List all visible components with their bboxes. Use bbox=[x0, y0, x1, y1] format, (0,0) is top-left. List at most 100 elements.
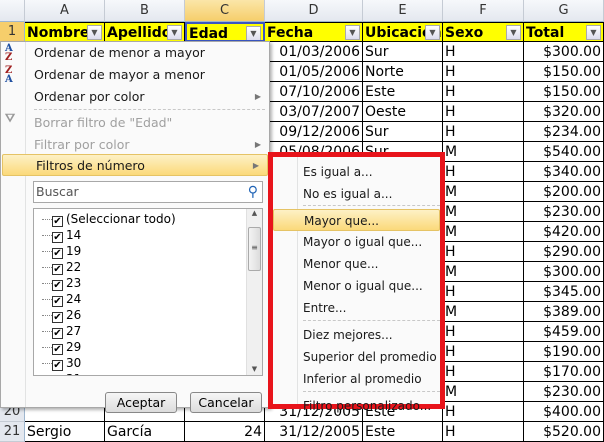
cell-g[interactable]: $170.00 bbox=[524, 362, 604, 382]
checklist-item[interactable]: ✔ 24 bbox=[41, 291, 81, 307]
cell-g[interactable]: $300.00 bbox=[524, 262, 604, 282]
cell-g[interactable]: $150.00 bbox=[524, 82, 604, 102]
cell-f[interactable]: H bbox=[443, 162, 524, 182]
cell-f[interactable]: M bbox=[443, 302, 524, 322]
cell-f[interactable]: M bbox=[443, 382, 524, 402]
cell-f[interactable]: M bbox=[443, 142, 524, 162]
cell-e[interactable]: Norte bbox=[363, 62, 443, 82]
number-filter-item[interactable]: Superior del promedio bbox=[273, 346, 440, 368]
number-filter-item[interactable]: Entre... bbox=[273, 297, 440, 319]
checkbox-checked-icon[interactable]: ✔ bbox=[52, 216, 63, 227]
cell-f[interactable]: M bbox=[443, 182, 524, 202]
cell-g[interactable]: $300.00 bbox=[524, 42, 604, 62]
cell-f[interactable]: H bbox=[443, 122, 524, 142]
column-header-e[interactable]: E bbox=[363, 0, 443, 22]
cell-d[interactable]: 03/07/2007 bbox=[265, 102, 363, 122]
cell-d[interactable]: 31/12/2005 bbox=[265, 422, 363, 442]
checkbox-checked-icon[interactable]: ✔ bbox=[52, 360, 63, 371]
accept-button[interactable]: Aceptar bbox=[105, 392, 177, 413]
header-cell[interactable]: Fecha ▼ bbox=[265, 22, 363, 42]
filter-dropdown-button[interactable]: ▼ bbox=[425, 25, 440, 40]
cell-a[interactable]: Sergio bbox=[25, 422, 105, 442]
cell-b[interactable]: García bbox=[105, 422, 185, 442]
sort-by-color-item[interactable]: Ordenar por color ▶ bbox=[1, 86, 269, 108]
cell-f[interactable]: H bbox=[443, 282, 524, 302]
cell-f[interactable]: M bbox=[443, 262, 524, 282]
checklist-item[interactable]: ✔ 26 bbox=[41, 307, 81, 323]
filter-dropdown-button[interactable]: ▼ bbox=[87, 25, 102, 40]
header-cell[interactable]: Apellido ▼ bbox=[105, 22, 185, 42]
cell-e[interactable]: Sur bbox=[363, 42, 443, 62]
cancel-button[interactable]: Cancelar bbox=[190, 392, 262, 413]
number-filters-item[interactable]: Filtros de número ▶ bbox=[2, 154, 268, 176]
checklist-item[interactable]: ✔31 bbox=[52, 371, 81, 375]
cell-e[interactable]: Este bbox=[363, 82, 443, 102]
number-filter-item[interactable]: Menor que... bbox=[273, 253, 440, 275]
checklist-item[interactable]: ✔ 14 bbox=[41, 227, 81, 243]
sort-descending-item[interactable]: ZA Ordenar de mayor a menor bbox=[1, 64, 269, 86]
cell-d[interactable]: 01/05/2006 bbox=[265, 62, 363, 82]
column-header-g[interactable]: G bbox=[524, 0, 604, 22]
cell-e[interactable]: Oeste bbox=[363, 102, 443, 122]
number-filter-item[interactable]: Menor o igual que... bbox=[273, 275, 440, 297]
checklist-item[interactable]: ✔ 22 bbox=[41, 259, 81, 275]
row-header-1[interactable]: 1 bbox=[0, 22, 25, 42]
checkbox-checked-icon[interactable]: ✔ bbox=[52, 328, 63, 339]
cell-g[interactable]: $234.00 bbox=[524, 122, 604, 142]
cell-g[interactable]: $340.00 bbox=[524, 162, 604, 182]
cell-g[interactable]: $290.00 bbox=[524, 242, 604, 262]
cell-f[interactable]: H bbox=[443, 362, 524, 382]
column-header-f[interactable]: F bbox=[443, 0, 524, 22]
checkbox-checked-icon[interactable]: ✔ bbox=[52, 344, 63, 355]
cell-f[interactable]: H bbox=[443, 242, 524, 262]
number-filter-item[interactable]: Filtro personalizado... bbox=[273, 395, 440, 417]
header-cell[interactable]: Sexo ▼ bbox=[443, 22, 524, 42]
checkbox-checked-icon[interactable]: ✔ bbox=[52, 312, 63, 323]
cell-g[interactable]: $200.00 bbox=[524, 182, 604, 202]
cell-g[interactable]: $540.00 bbox=[524, 142, 604, 162]
list-scrollbar[interactable]: ▲ ≡ ▼ bbox=[246, 209, 262, 375]
filter-dropdown-button[interactable]: ▼ bbox=[246, 26, 261, 40]
cell-g[interactable]: $420.00 bbox=[524, 222, 604, 242]
number-filter-item[interactable]: No es igual a... bbox=[273, 183, 440, 205]
cell-f[interactable]: H bbox=[443, 342, 524, 362]
checklist-item[interactable]: ✔ 23 bbox=[41, 275, 81, 291]
header-cell[interactable]: Ubicación ▼ bbox=[363, 22, 443, 42]
cell-g[interactable]: $230.00 bbox=[524, 382, 604, 402]
column-header-b[interactable]: B bbox=[105, 0, 185, 22]
row-header[interactable]: 21 bbox=[0, 422, 25, 442]
header-cell[interactable]: Edad ▼ bbox=[185, 22, 265, 42]
header-cell[interactable]: Total ▼ bbox=[524, 22, 604, 42]
cell-d[interactable]: 07/10/2006 bbox=[265, 82, 363, 102]
number-filter-item[interactable]: Diez mejores... bbox=[273, 324, 440, 346]
number-filter-item[interactable]: Es igual a... bbox=[273, 161, 440, 183]
cell-f[interactable]: H bbox=[443, 422, 524, 442]
scrollbar-thumb[interactable]: ≡ bbox=[248, 227, 261, 271]
checkbox-checked-icon[interactable]: ✔ bbox=[52, 248, 63, 259]
checkbox-checked-icon[interactable]: ✔ bbox=[52, 296, 63, 307]
column-header-a[interactable]: A bbox=[25, 0, 105, 22]
cell-g[interactable]: $400.00 bbox=[524, 402, 604, 422]
scroll-down-icon[interactable]: ▼ bbox=[247, 365, 262, 373]
cell-g[interactable]: $230.00 bbox=[524, 202, 604, 222]
cell-g[interactable]: $389.00 bbox=[524, 302, 604, 322]
checklist-item[interactable]: ✔ 29 bbox=[41, 339, 81, 355]
header-cell[interactable]: Nombre ▼ bbox=[25, 22, 105, 42]
cell-g[interactable]: $150.00 bbox=[524, 62, 604, 82]
number-filter-item[interactable]: Inferior al promedio bbox=[273, 368, 440, 390]
cell-c[interactable]: 24 bbox=[185, 422, 265, 442]
select-all-corner[interactable] bbox=[0, 0, 25, 22]
filter-dropdown-button[interactable]: ▼ bbox=[506, 25, 521, 40]
sort-ascending-item[interactable]: AZ Ordenar de menor a mayor bbox=[1, 42, 269, 64]
checkbox-checked-icon[interactable]: ✔ bbox=[52, 232, 63, 243]
filter-dropdown-button[interactable]: ▼ bbox=[345, 25, 360, 40]
checklist-item[interactable]: ✔ 19 bbox=[41, 243, 81, 259]
number-filter-item[interactable]: Mayor que... bbox=[273, 209, 440, 231]
cell-g[interactable]: $190.00 bbox=[524, 342, 604, 362]
checkbox-checked-icon[interactable]: ✔ bbox=[52, 280, 63, 291]
cell-f[interactable]: H bbox=[443, 402, 524, 422]
checklist-item[interactable]: ✔ (Seleccionar todo) bbox=[42, 211, 176, 227]
cell-g[interactable]: $320.00 bbox=[524, 102, 604, 122]
cell-f[interactable]: H bbox=[443, 42, 524, 62]
cell-d[interactable]: 01/03/2006 bbox=[265, 42, 363, 62]
